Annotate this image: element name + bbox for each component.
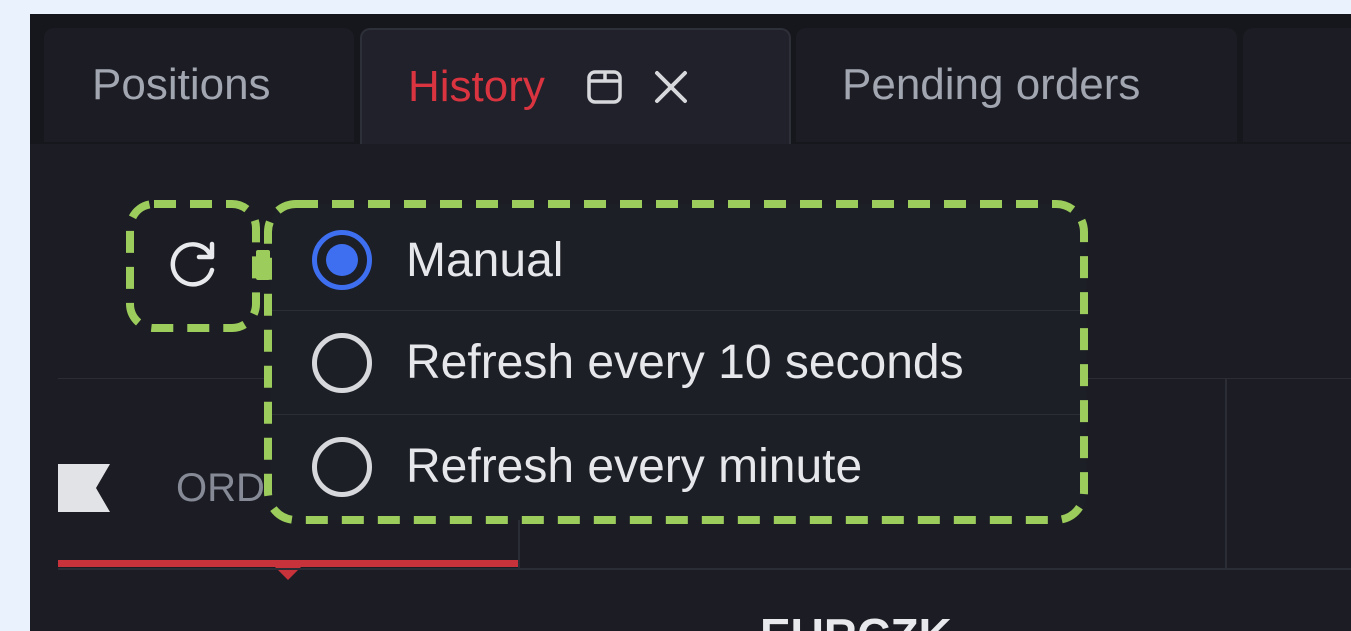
tab-pending-orders[interactable]: Pending orders bbox=[796, 28, 1237, 142]
refresh-option-label: Refresh every 10 seconds bbox=[406, 336, 964, 389]
refresh-option-label: Manual bbox=[406, 233, 564, 287]
radio-unchecked-icon[interactable] bbox=[312, 332, 372, 393]
trading-panel: Positions History Pending orders ORD Man… bbox=[30, 14, 1351, 631]
column-header-order[interactable]: ORD bbox=[176, 466, 265, 511]
refresh-icon bbox=[165, 236, 221, 297]
tab-bar: Positions History Pending orders bbox=[30, 14, 1351, 144]
tab-history-label: History bbox=[408, 62, 545, 111]
flag-icon[interactable] bbox=[58, 464, 110, 512]
column-divider bbox=[1225, 378, 1227, 568]
tab-positions[interactable]: Positions bbox=[44, 28, 354, 142]
tab-overflow[interactable] bbox=[1243, 28, 1351, 142]
tab-pending-orders-label: Pending orders bbox=[842, 60, 1141, 109]
refresh-option-label: Refresh every minute bbox=[406, 440, 863, 493]
symbol-cell: EURCZK bbox=[760, 608, 952, 631]
refresh-option-every-minute[interactable]: Refresh every minute bbox=[270, 414, 1086, 518]
tab-positions-label: Positions bbox=[92, 60, 271, 109]
highlight-connector bbox=[256, 250, 270, 280]
refresh-option-manual[interactable]: Manual bbox=[270, 208, 1086, 312]
radio-checked-icon[interactable] bbox=[312, 230, 372, 290]
popout-icon[interactable] bbox=[585, 67, 625, 107]
table-header-divider bbox=[58, 568, 1351, 570]
radio-unchecked-icon[interactable] bbox=[312, 436, 372, 497]
refresh-interval-menu: Manual Refresh every 10 seconds Refresh … bbox=[270, 204, 1086, 520]
refresh-button[interactable] bbox=[128, 204, 258, 328]
refresh-option-10-seconds[interactable]: Refresh every 10 seconds bbox=[270, 310, 1086, 414]
close-icon[interactable] bbox=[651, 67, 691, 107]
tab-history[interactable]: History bbox=[360, 28, 791, 144]
